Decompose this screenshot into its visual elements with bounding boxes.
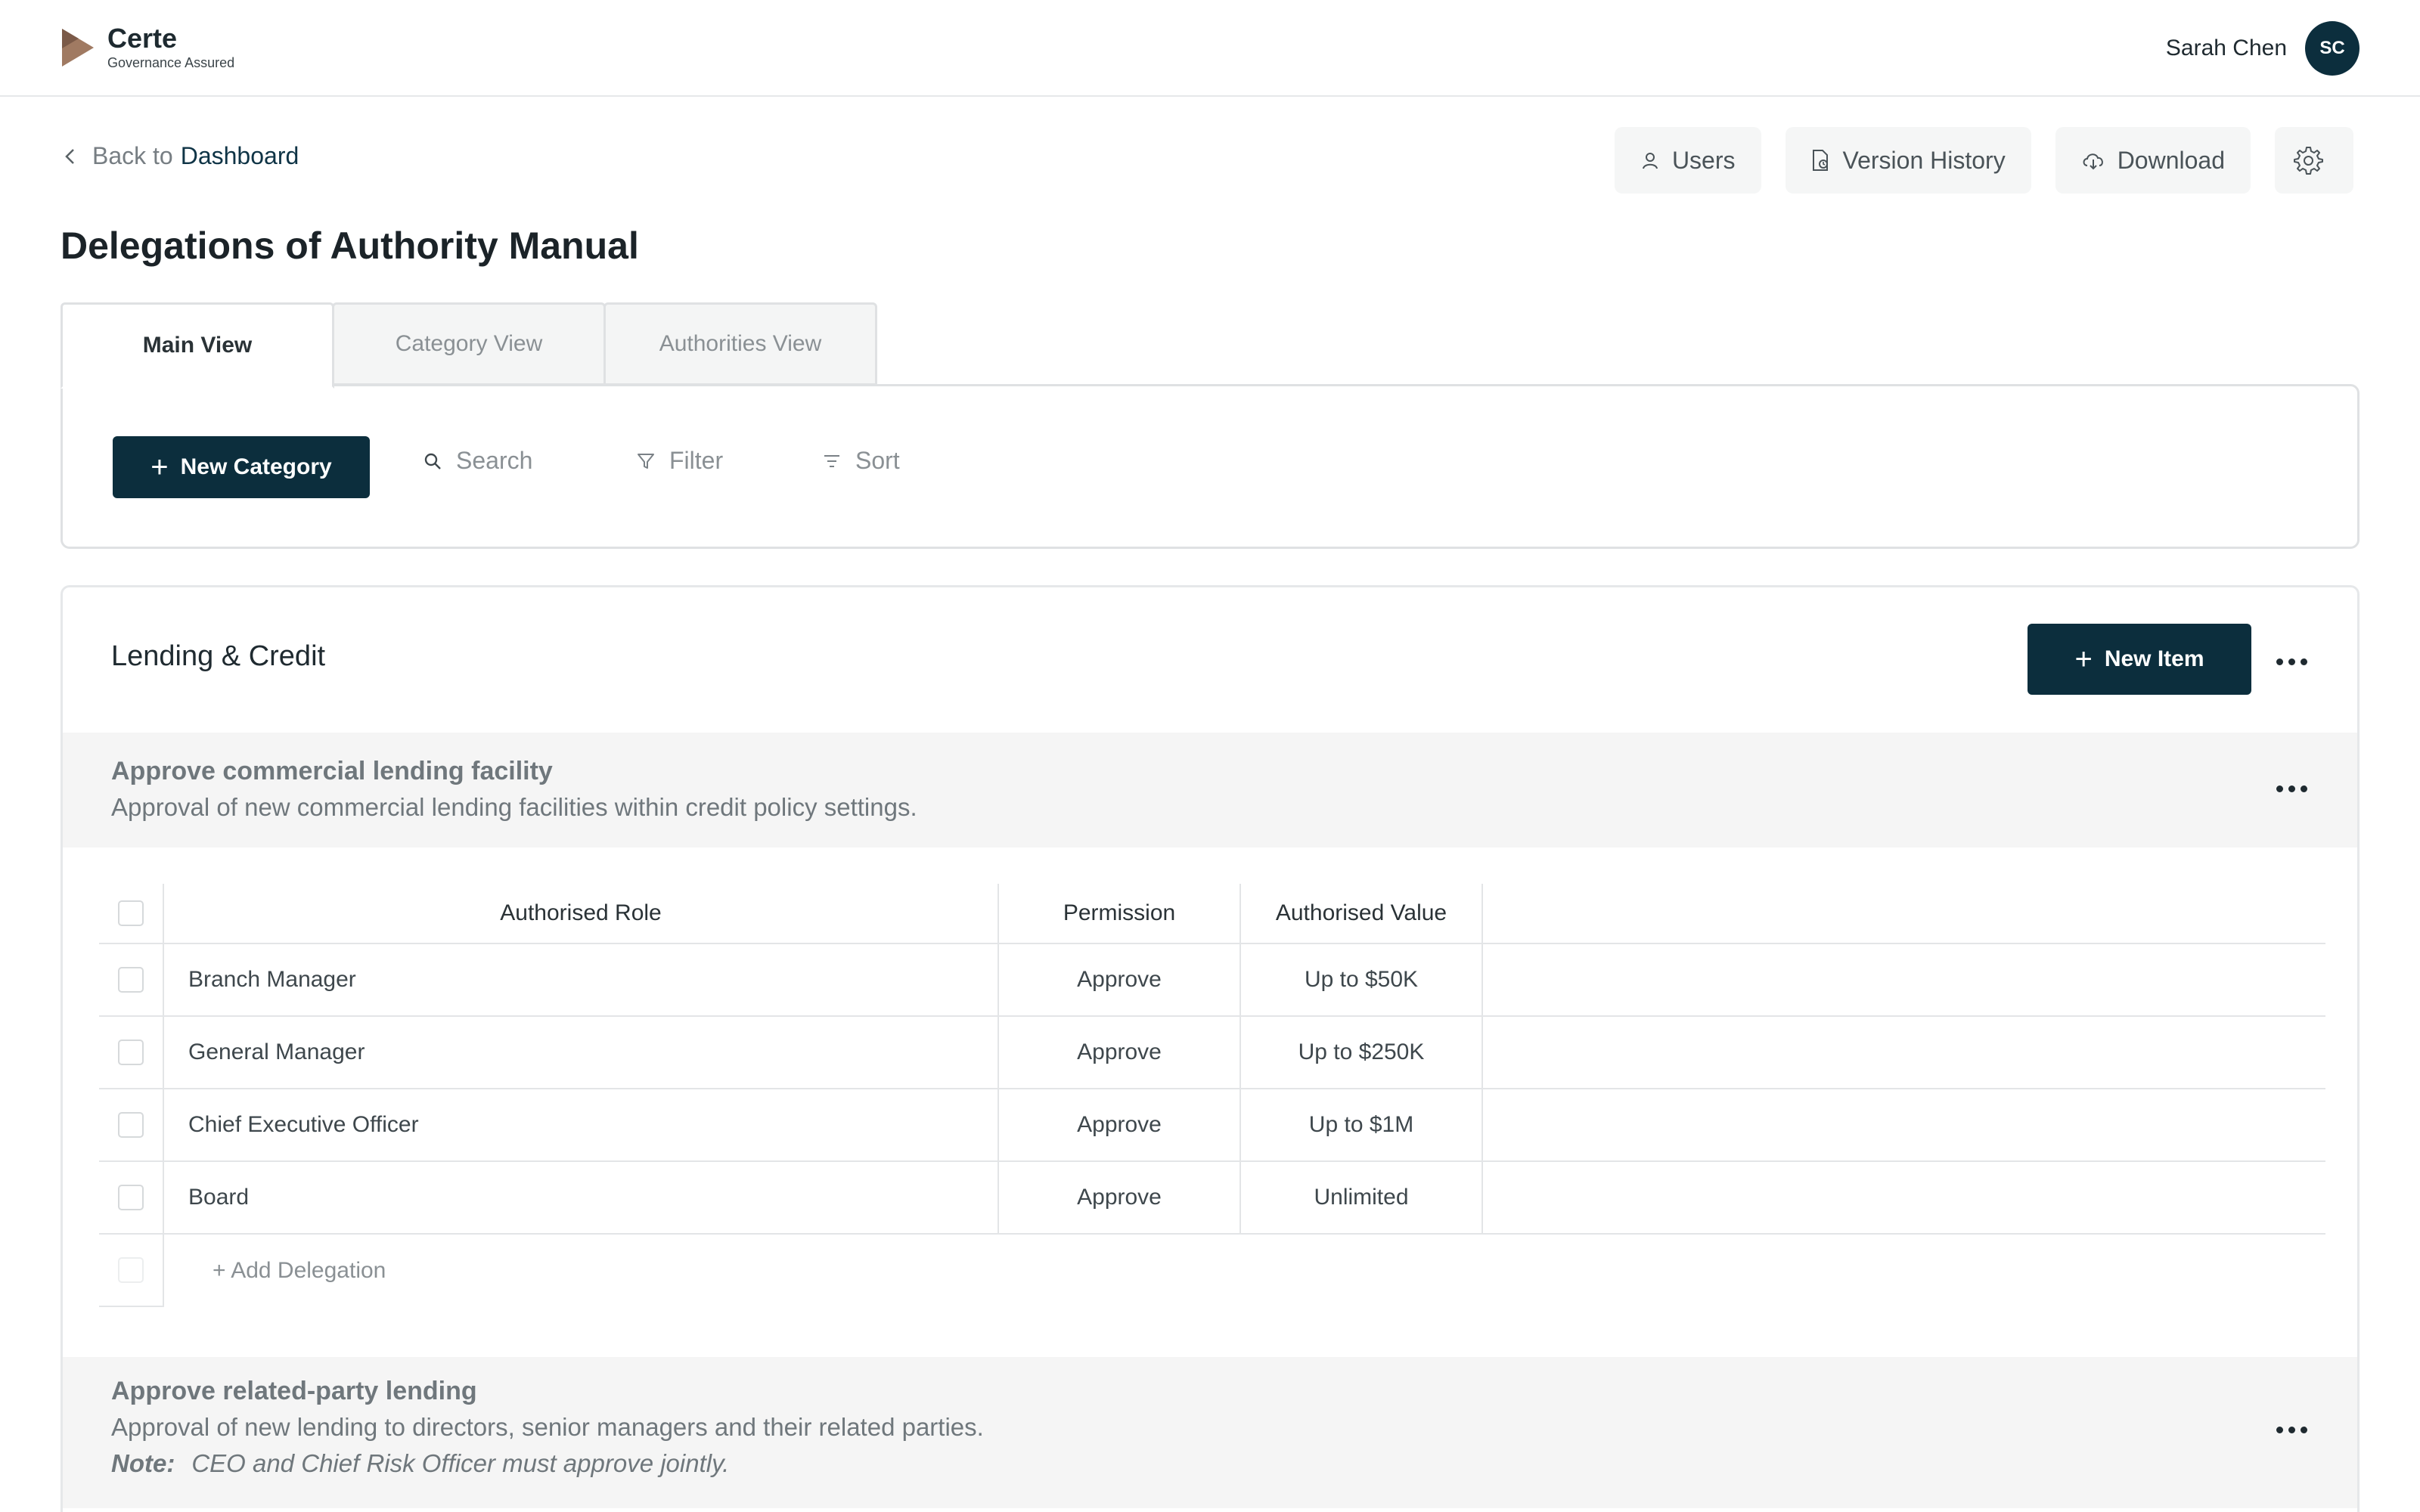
cloud-download-icon — [2083, 153, 2103, 170]
brand-tagline: Governance Assured — [107, 55, 235, 70]
settings-button[interactable] — [2275, 127, 2353, 194]
filter-button[interactable]: Filter — [636, 447, 723, 475]
page-title: Delegations of Authority Manual — [60, 225, 639, 267]
table-row[interactable]: Board Approve Unlimited — [99, 1162, 2325, 1235]
user-icon — [1642, 153, 1658, 169]
gear-icon — [2294, 147, 2323, 175]
value-cell: Up to $250K — [1241, 1017, 1483, 1088]
category-title: Lending & Credit — [111, 640, 326, 672]
download-button[interactable]: Download — [2055, 127, 2251, 194]
category-card: Lending & Credit + New Item Approve comm… — [60, 585, 2360, 1512]
item-more-icon[interactable] — [2276, 785, 2307, 792]
tab-authorities-view[interactable]: Authorities View — [603, 302, 877, 386]
sort-icon — [824, 454, 839, 467]
toolbar-panel: + New Category Search Filter Sort — [60, 384, 2360, 549]
tab-category-view[interactable]: Category View — [332, 302, 606, 386]
users-label: Users — [1671, 146, 1736, 174]
version-history-button[interactable]: Version History — [1785, 127, 2031, 194]
table-row[interactable]: Chief Executive Officer Approve Up to $1… — [99, 1089, 2325, 1162]
row-check-cell — [99, 1089, 164, 1160]
row-checkbox[interactable] — [118, 1040, 144, 1065]
add-delegation-link[interactable]: + Add Delegation — [164, 1235, 386, 1307]
new-item-label: New Item — [2104, 646, 2204, 671]
search-icon — [424, 453, 441, 469]
chevron-left-icon — [65, 148, 74, 164]
sort-button[interactable]: Sort — [822, 447, 900, 475]
select-all-checkbox[interactable] — [118, 900, 144, 926]
note-text: CEO and Chief Risk Officer must approve … — [191, 1449, 730, 1477]
row-checkbox[interactable] — [118, 1112, 144, 1138]
header-role: Authorised Role — [164, 884, 999, 943]
delegation-table: Authorised Role Permission Authorised Va… — [99, 884, 2325, 1307]
new-category-button[interactable]: + New Category — [113, 436, 370, 498]
table-row[interactable]: General Manager Approve Up to $250K — [99, 1017, 2325, 1089]
item-description: Approval of new lending to directors, se… — [111, 1413, 984, 1441]
item-header[interactable]: Approve commercial lending facility Appr… — [63, 733, 2357, 847]
add-check-cell — [99, 1235, 164, 1307]
header-permission: Permission — [999, 884, 1241, 943]
add-row-checkbox — [118, 1257, 144, 1283]
permission-cell: Approve — [999, 1089, 1241, 1160]
avatar[interactable]: SC — [2305, 21, 2360, 76]
table-header-row: Authorised Role Permission Authorised Va… — [99, 884, 2325, 944]
role-cell: Board — [164, 1162, 999, 1233]
back-target[interactable]: Dashboard — [181, 142, 299, 170]
file-history-icon — [1812, 150, 1828, 171]
row-check-cell — [99, 944, 164, 1015]
value-cell: Up to $50K — [1241, 944, 1483, 1015]
item-note: Note: CEO and Chief Risk Officer must app… — [111, 1449, 729, 1478]
user-name: Sarah Chen — [2165, 36, 2287, 60]
users-button[interactable]: Users — [1614, 127, 1761, 194]
table-row[interactable]: Branch Manager Approve Up to $50K — [99, 944, 2325, 1017]
logo-play-icon — [62, 29, 94, 67]
item-title: Approve commercial lending facility — [111, 757, 553, 785]
view-tabs: Main View Category View Authorities View — [60, 302, 877, 389]
top-bar: Certe Governance Assured Sarah Chen SC — [0, 0, 2420, 97]
download-label: Download — [2117, 146, 2225, 174]
back-prefix: Back to — [92, 142, 173, 169]
item-description: Approval of new commercial lending facil… — [111, 793, 917, 821]
value-cell: Up to $1M — [1241, 1089, 1483, 1160]
permission-cell: Approve — [999, 1017, 1241, 1088]
value-cell: Unlimited — [1241, 1162, 1483, 1233]
role-cell: Branch Manager — [164, 944, 999, 1015]
version-history-label: Version History — [1842, 146, 2006, 174]
row-checkbox[interactable] — [118, 967, 144, 993]
brand-name: Certe — [107, 23, 178, 54]
search-placeholder: Search — [456, 447, 533, 474]
role-cell: General Manager — [164, 1017, 999, 1088]
sort-label: Sort — [855, 447, 900, 474]
filter-icon — [638, 453, 654, 469]
item-title: Approve related-party lending — [111, 1377, 477, 1405]
tab-main-view[interactable]: Main View — [60, 302, 334, 389]
permission-cell: Approve — [999, 944, 1241, 1015]
search-input[interactable]: Search — [423, 447, 532, 475]
role-cell: Chief Executive Officer — [164, 1089, 999, 1160]
permission-cell: Approve — [999, 1162, 1241, 1233]
row-check-cell — [99, 1162, 164, 1233]
filter-label: Filter — [669, 447, 724, 474]
item-header[interactable]: Approve related-party lending Approval o… — [63, 1357, 2357, 1508]
select-all-cell — [99, 884, 164, 943]
header-value: Authorised Value — [1241, 884, 1483, 943]
page-actions: Users Version History Download — [1614, 127, 2353, 194]
plus-icon: + — [150, 451, 169, 484]
user-menu[interactable]: Sarah Chen SC — [2166, 21, 2360, 76]
item-more-icon[interactable] — [2276, 1427, 2307, 1433]
row-checkbox[interactable] — [118, 1185, 144, 1210]
add-delegation-row: + Add Delegation — [99, 1235, 2325, 1307]
back-to-dashboard-link[interactable]: Back to Dashboard — [62, 142, 299, 170]
category-more-icon[interactable] — [2276, 658, 2307, 665]
plus-icon: + — [2074, 643, 2093, 676]
new-item-button[interactable]: + New Item — [2028, 624, 2251, 695]
new-category-label: New Category — [180, 454, 332, 479]
logo[interactable]: Certe Governance Assured — [59, 24, 234, 71]
row-check-cell — [99, 1017, 164, 1088]
note-label: Note: — [111, 1449, 175, 1477]
